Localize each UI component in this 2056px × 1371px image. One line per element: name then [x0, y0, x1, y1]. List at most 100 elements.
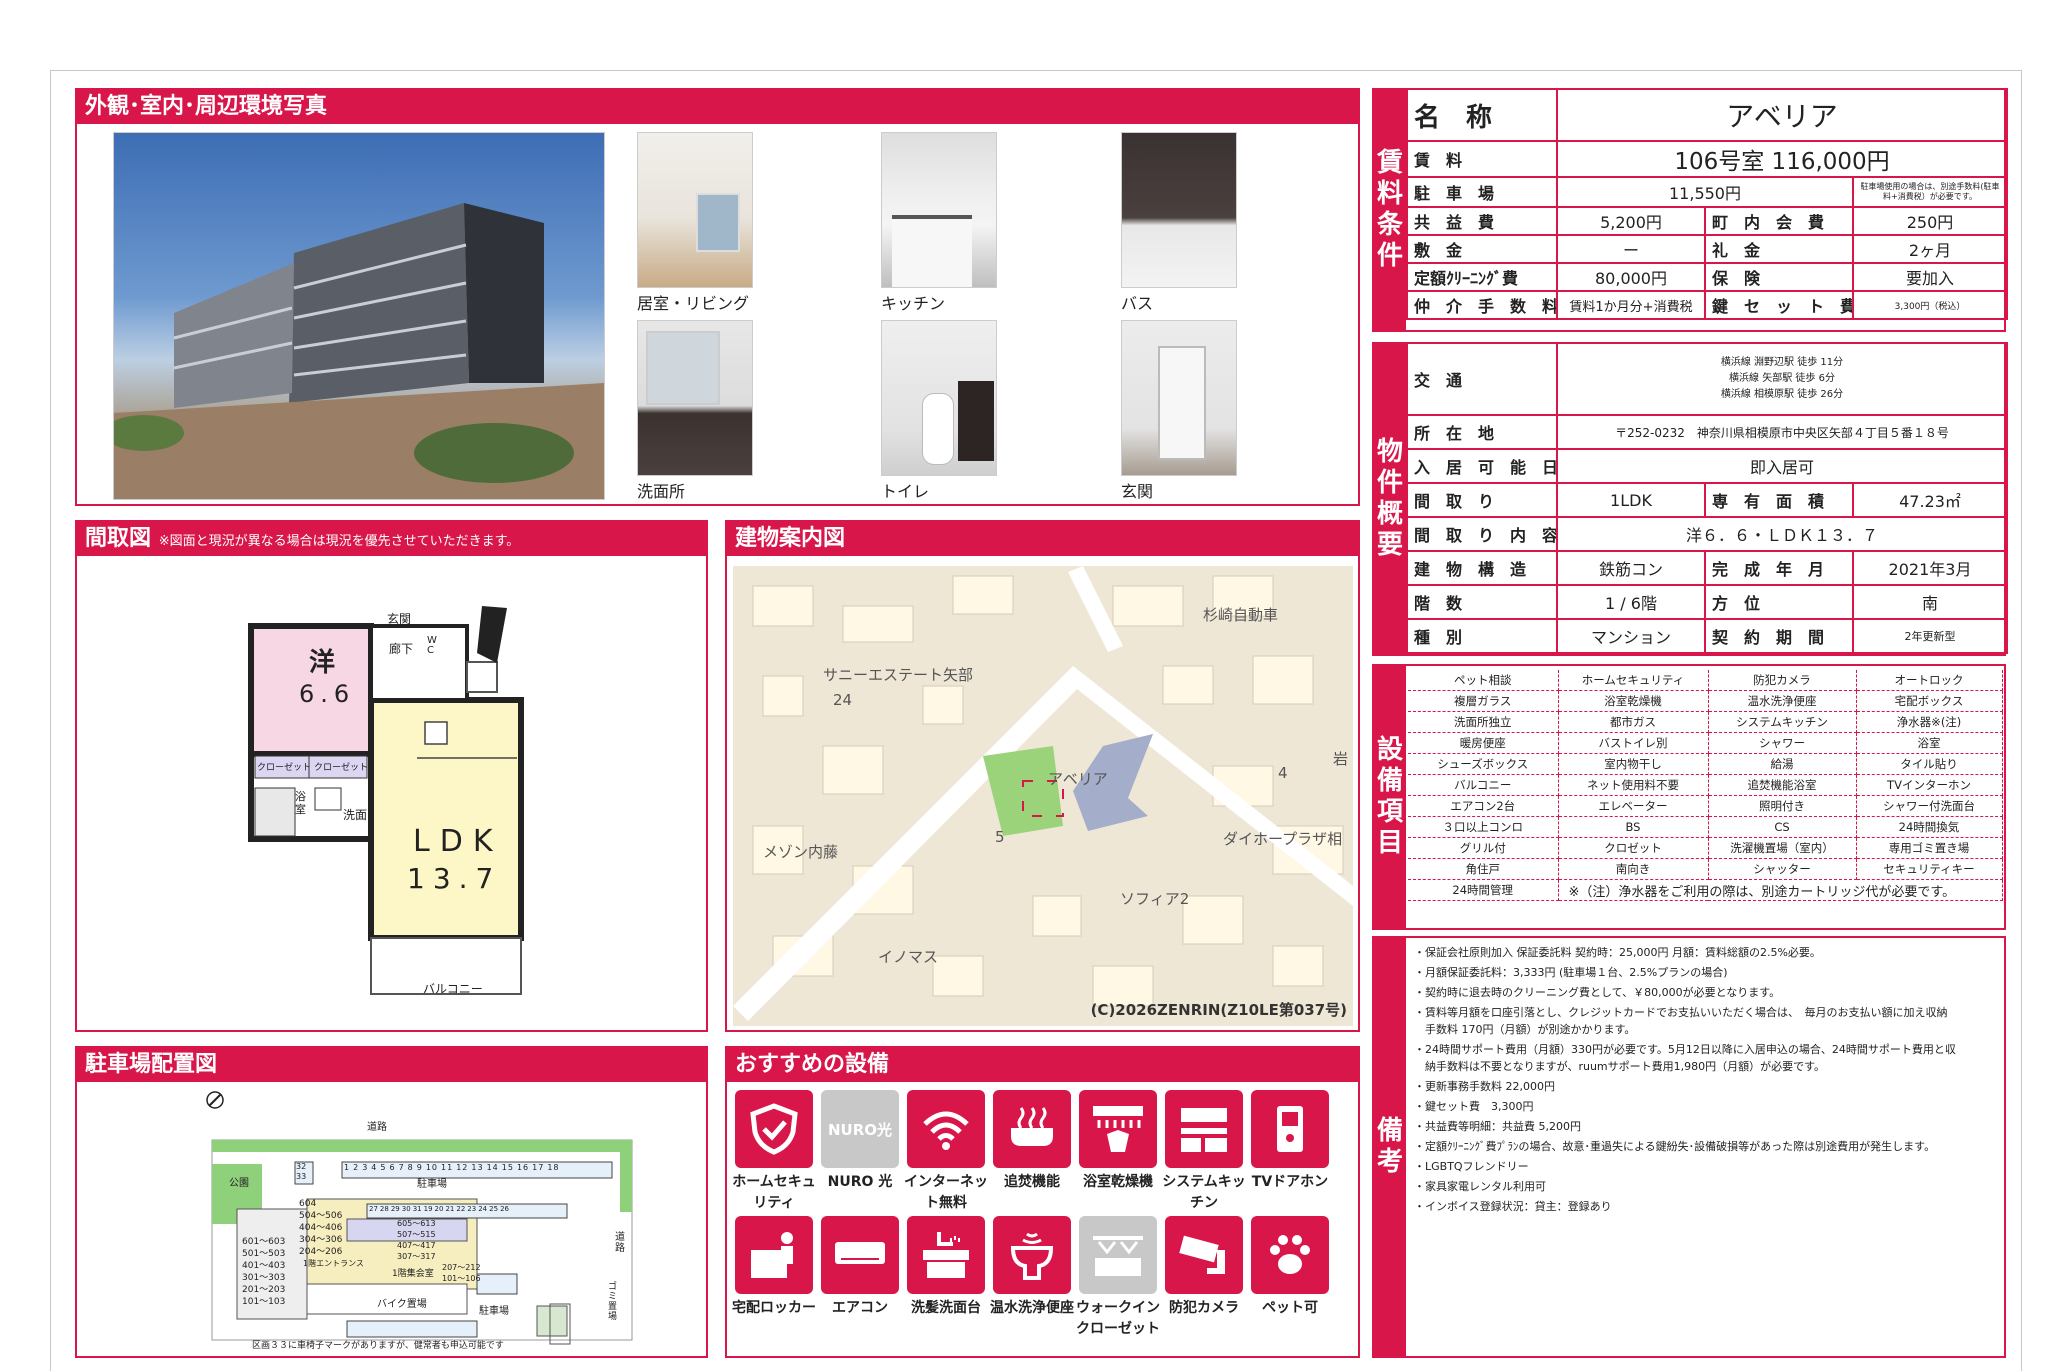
property-table: 交 通 横浜線 淵野辺駅 徒歩 11分 横浜線 矢部駅 徒歩 6分 横浜線 相模…: [1406, 342, 2008, 654]
room-wc-label: W C: [427, 635, 437, 656]
slot-number: 15: [501, 1163, 514, 1172]
slot-number: 33: [296, 1172, 307, 1181]
living-photo[interactable]: [637, 132, 753, 288]
parking-fee-note: 駐車場使用の場合は、別途手数料(駐車料+消費税）が必要です。: [1851, 176, 2009, 208]
direction-label: 方 位: [1704, 584, 1854, 620]
floorplan-note: ※図面と現況が異なる場合は現況を優先させていただきます。: [158, 534, 520, 549]
recommend-label-pet: ペット可: [1262, 1300, 1318, 1316]
equip-item: オートロック: [1856, 670, 2003, 691]
side-char: 件: [1376, 241, 1403, 271]
recommend-label-locker: 宅配ロッカー: [732, 1300, 816, 1316]
equip-item: 南向き: [1558, 858, 1709, 880]
remark-line: ・家具家電レンタル利用可: [1414, 1180, 1546, 1193]
equip-item: ホームセキュリティ: [1558, 670, 1709, 691]
toilet-photo[interactable]: [881, 320, 997, 476]
parking-lot-label-1: 駐車場: [417, 1179, 447, 1190]
equip-item: 洗濯機置場（室内）: [1708, 837, 1857, 859]
unit-label: 304～306: [299, 1235, 343, 1245]
equipment-side-label: 設 備 項 目: [1374, 666, 1406, 928]
unit-label: 101～103: [242, 1297, 286, 1307]
equipment-panel: 設 備 項 目 ペット相談 ホームセキュリティ 防犯カメラ オートロック 複層ガラス浴…: [1372, 664, 2006, 930]
recommend-label-security: ホームセキュリティ: [732, 1174, 816, 1211]
equip-item: ネット使用料不要: [1558, 774, 1709, 796]
slot-number: 9: [416, 1163, 423, 1172]
side-char: 概: [1376, 499, 1403, 529]
remark-line: ・24時間サポート費用（月額）330円が必要です。5月12日以降に入居申込の場合…: [1414, 1043, 1956, 1073]
rent-side-label: 賃 料 条 件: [1374, 90, 1406, 330]
equip-item: 給湯: [1708, 753, 1857, 775]
kitchen-photo[interactable]: [881, 132, 997, 288]
bathroom-dryer-icon: [1079, 1090, 1157, 1168]
map-label-5: 5: [995, 828, 1005, 846]
parking-road-right: 道路: [615, 1232, 625, 1254]
rent-value: 106号室 116,000円: [1555, 140, 2009, 178]
photos-title: 外観･室内･周辺環境写真: [77, 90, 1358, 124]
slot-number: 23: [467, 1205, 477, 1213]
name-label: 名 称: [1406, 88, 1558, 142]
floorplan-panel: 間取図 ※図面と現況が異なる場合は現況を優先させていただきます。 洋 6.6 玄…: [75, 520, 708, 1032]
unit-label: 404～406: [299, 1223, 343, 1233]
direction-value: 南: [1852, 584, 2008, 620]
caption-kitchen: キッチン: [881, 294, 946, 313]
remark-line: ・共益費等明細：共益費 5,200円: [1414, 1120, 1581, 1133]
washroom-photo[interactable]: [637, 320, 753, 476]
equip-item: 照明付き: [1708, 795, 1857, 817]
unit-label: 301～303: [242, 1273, 286, 1283]
toilet-shape: [922, 393, 954, 465]
room-western-label: 洋: [309, 648, 336, 678]
recommend-label-reheat: 追焚機能: [1004, 1174, 1060, 1190]
door-shape: [1158, 346, 1206, 460]
equip-item: 24時間換気: [1856, 816, 2003, 838]
bath-photo[interactable]: [1121, 132, 1237, 288]
equip-item: エアコン2台: [1408, 795, 1559, 817]
side-char: 物: [1376, 437, 1403, 467]
remarks-panel: 備 考 ・保証会社原則加入 保証委託料 契約時：25,000円 月額：賃料総額の…: [1372, 936, 2006, 1358]
map-view[interactable]: 杉崎自動車 サニーエステート矢部 24 アベリア 5 4 岩 メゾン内藤 ダイホ…: [733, 566, 1353, 1026]
layout-detail-label: 間 取 り 内 容: [1406, 516, 1558, 552]
unit-label: 601～603: [242, 1237, 286, 1247]
property-panel: 物 件 概 要 交 通 横浜線 淵野辺駅 徒歩 11分 横浜線 矢部駅 徒歩 6…: [1372, 342, 2008, 656]
cleaning-label: 定額ｸﾘｰﾆﾝｸﾞ費: [1406, 262, 1558, 292]
slot-number: 29: [390, 1205, 400, 1213]
equip-item: シューズボックス: [1408, 753, 1559, 775]
delivery-locker-icon: [735, 1216, 813, 1294]
floor-label: 階 数: [1406, 584, 1558, 620]
equip-item: シャッター: [1708, 858, 1857, 880]
address-value: 〒252-0232 神奈川県相模原市中央区矢部４丁目５番１８号: [1556, 414, 2008, 450]
equip-item: CS: [1708, 816, 1857, 838]
equip-item: 浄水器※(注): [1856, 711, 2003, 733]
room-genkan-label: 玄関: [387, 612, 412, 626]
parking-entrance-label: 1階エントランス: [303, 1259, 364, 1268]
layout-label: 間 取 り: [1406, 482, 1558, 518]
slot-number: 30: [401, 1205, 411, 1213]
shikikin-label: 敷 金: [1406, 234, 1558, 264]
room-closet2-label: クローゼット: [314, 763, 369, 773]
slot-number: 21: [445, 1205, 455, 1213]
floorplan-title-bar: 間取図 ※図面と現況が異なる場合は現況を優先させていただきます。: [77, 522, 706, 556]
shield-icon: [735, 1090, 813, 1168]
slot-number: 10: [425, 1163, 439, 1172]
unit-label: 101～106: [442, 1274, 481, 1283]
chonai-label: 町 内 会 費: [1704, 206, 1854, 236]
kyoeki-label: 共 益 費: [1406, 206, 1558, 236]
floorplan-drawing[interactable]: [77, 558, 706, 1028]
closet-icon: [1079, 1216, 1157, 1294]
side-char: 料: [1376, 179, 1403, 209]
kitchen-icon: [1165, 1090, 1243, 1168]
paw-icon: [1251, 1216, 1329, 1294]
equip-item: セキュリティキー: [1856, 858, 2003, 880]
rent-label: 賃 料: [1406, 140, 1558, 178]
entrance-photo[interactable]: [1121, 320, 1237, 476]
remark-line: ・更新事務手数料 22,000円: [1414, 1080, 1555, 1093]
equip-item: 防犯カメラ: [1708, 670, 1857, 691]
room-bath-label: 浴 室: [295, 790, 306, 816]
equip-item: クロゼット: [1558, 837, 1709, 859]
map-label-sugisaki: 杉崎自動車: [1203, 606, 1279, 624]
side-char: 件: [1376, 468, 1403, 498]
equip-item: シャワー: [1708, 732, 1857, 754]
contract-label: 契 約 期 間: [1704, 618, 1854, 654]
built-label: 完 成 年 月: [1704, 550, 1854, 586]
exterior-photo[interactable]: [113, 132, 605, 500]
parking-slots-mid: 27 28 29 30 31 19 20 21 22 23 24 25 26: [369, 1205, 509, 1213]
remark-line: ・LGBTQフレンドリー: [1414, 1160, 1529, 1173]
